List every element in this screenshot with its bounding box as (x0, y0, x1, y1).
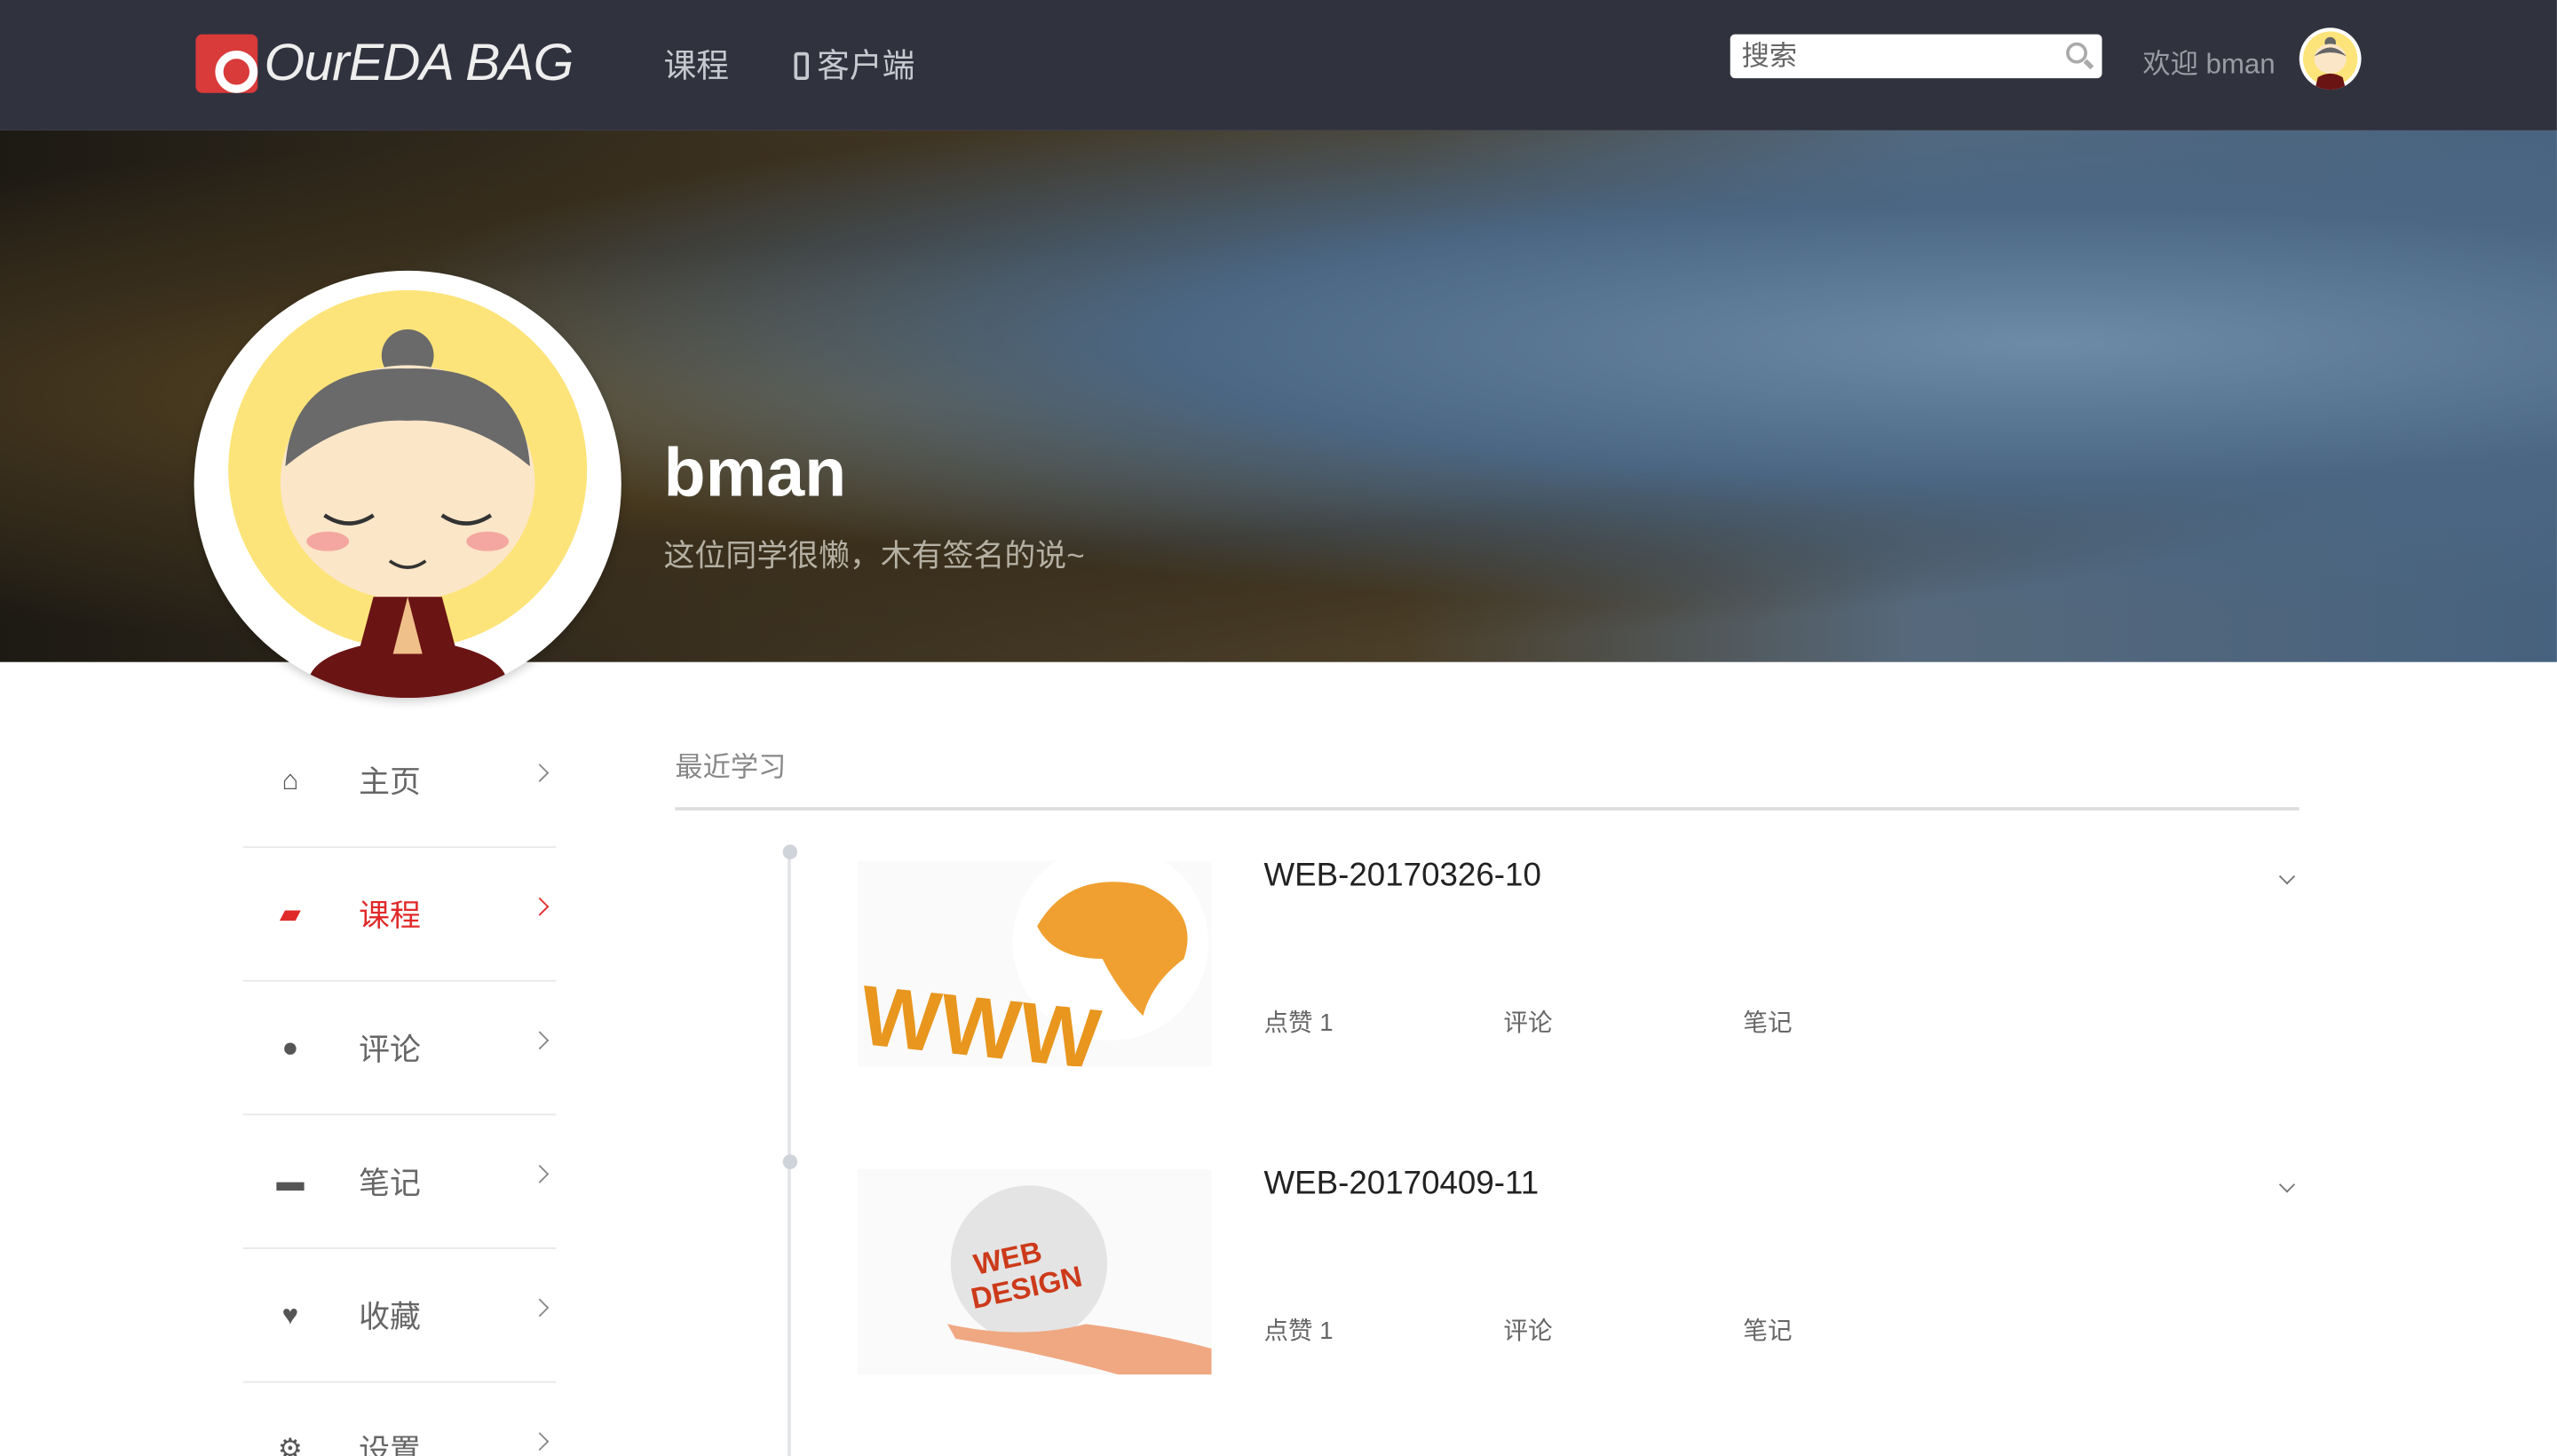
sidebar-item-label: 主页 (359, 766, 421, 801)
notes-link[interactable]: 笔记 (1743, 1313, 1792, 1348)
chevron-right-icon (530, 1298, 550, 1318)
top-nav: OurEDA BAG 课程 客户端 欢迎 bman (0, 0, 2557, 131)
chevron-down-icon[interactable] (2278, 1176, 2296, 1193)
sidebar: ⌂ 主页 ▰ 课程 ● 评论 ▬ 笔记 ♥ 收藏 ⚙ 设置 (242, 714, 557, 1456)
comment-icon: ● (281, 1031, 299, 1063)
sidebar-item-courses[interactable]: ▰ 课程 (242, 848, 557, 982)
sidebar-item-label: 收藏 (359, 1301, 421, 1336)
course-thumbnail[interactable]: WWW (858, 860, 1212, 1067)
sidebar-item-favorites[interactable]: ♥ 收藏 (242, 1249, 557, 1383)
sidebar-item-comments[interactable]: ● 评论 (242, 982, 557, 1116)
user-avatar[interactable] (2299, 28, 2362, 91)
sidebar-item-label: 设置 (359, 1435, 421, 1456)
chevron-right-icon (530, 1432, 550, 1452)
search-icon[interactable] (2066, 42, 2087, 64)
notes-link[interactable]: 笔记 (1743, 1004, 1792, 1039)
nav-courses-link[interactable]: 课程 (664, 39, 729, 86)
gear-icon: ⚙ (277, 1432, 303, 1456)
comments-link[interactable]: 评论 (1503, 1004, 1552, 1039)
profile-avatar[interactable] (194, 270, 621, 699)
sidebar-item-label: 课程 (359, 899, 421, 935)
course-item: WWW WEB-20170326-10 点赞 1 评论 笔记 (858, 858, 2300, 1073)
divider (675, 807, 2300, 811)
course-thumbnail[interactable]: WEB DESIGN (858, 1168, 1212, 1375)
welcome-text[interactable]: 欢迎 bman (2142, 41, 2275, 82)
likes-count[interactable]: 点赞 1 (1263, 1004, 1333, 1039)
course-title[interactable]: WEB-20170326-10 (1263, 858, 1540, 895)
timeline-dot (782, 1154, 798, 1169)
sidebar-item-notes[interactable]: ▬ 笔记 (242, 1115, 557, 1249)
search-box (1730, 34, 2102, 79)
nav-client-label: 客户端 (817, 49, 915, 85)
logo-icon (195, 33, 258, 92)
course-item: WEB DESIGN WEB-20170409-11 点赞 1 评论 笔记 (858, 1166, 2300, 1381)
comments-link[interactable]: 评论 (1503, 1313, 1552, 1348)
briefcase-icon: ▬ (276, 1165, 305, 1197)
likes-count[interactable]: 点赞 1 (1263, 1313, 1333, 1348)
nav-client-link[interactable]: 客户端 (794, 39, 914, 86)
course-title[interactable]: WEB-20170409-11 (1263, 1166, 1539, 1203)
chevron-right-icon (530, 1031, 550, 1050)
search-input[interactable] (1730, 34, 2040, 79)
brand-logo[interactable]: OurEDA BAG (195, 32, 574, 93)
chevron-right-icon (530, 764, 550, 782)
sidebar-item-settings[interactable]: ⚙ 设置 (243, 1383, 557, 1456)
chevron-right-icon (530, 1165, 550, 1183)
profile-name: bman (663, 433, 847, 510)
chevron-right-icon (530, 897, 550, 916)
timeline-dot (782, 844, 798, 859)
brand-name: OurEDA BAG (264, 32, 574, 91)
home-icon: ⌂ (281, 764, 299, 795)
section-title: 最近学习 (675, 751, 787, 783)
sidebar-item-label: 笔记 (359, 1167, 421, 1202)
profile-signature: 这位同学很懒，木有签名的说~ (663, 539, 1085, 574)
sidebar-item-home[interactable]: ⌂ 主页 (242, 714, 557, 849)
mobile-icon (794, 51, 810, 80)
sidebar-item-label: 评论 (359, 1033, 421, 1069)
book-icon: ▰ (279, 898, 301, 930)
heart-icon: ♥ (281, 1298, 299, 1330)
chevron-down-icon[interactable] (2278, 868, 2296, 885)
timeline-line (788, 851, 791, 1456)
